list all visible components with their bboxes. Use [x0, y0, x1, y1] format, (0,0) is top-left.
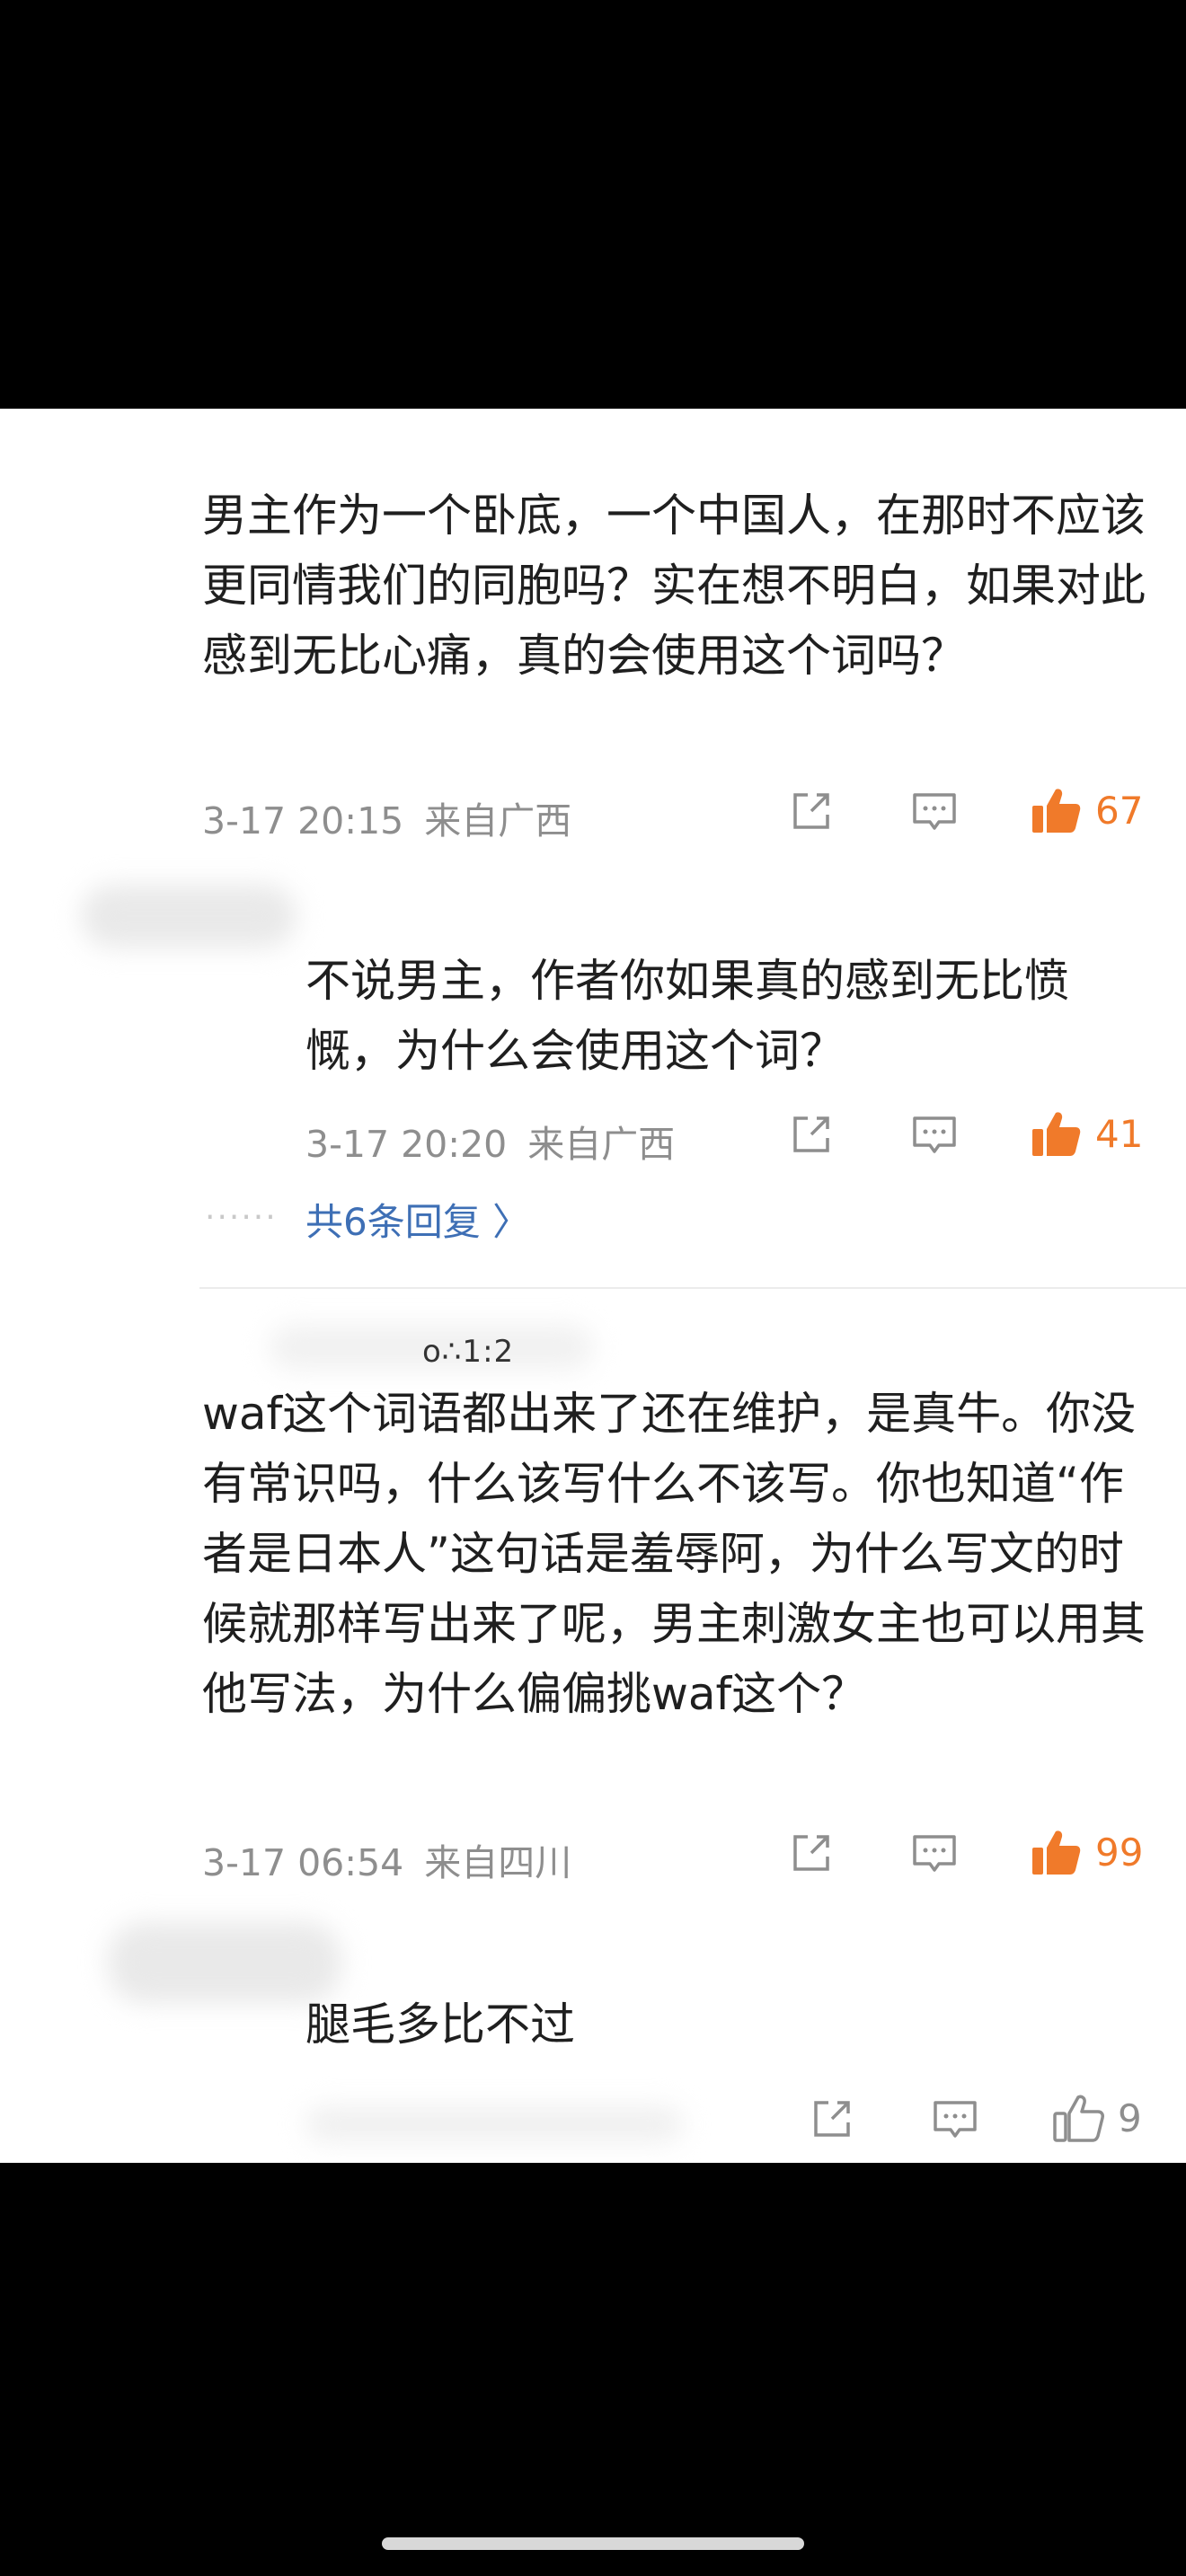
- reply-2-meta: [305, 2106, 683, 2142]
- more-replies-dots: ······: [205, 1199, 278, 1236]
- comment-icon: [913, 1835, 956, 1872]
- reply-1-like-count: 41: [1095, 1111, 1144, 1156]
- comment-1-like-button[interactable]: 67: [1029, 784, 1143, 836]
- reply-2-like-count: 9: [1118, 2095, 1142, 2140]
- comment-divider: [199, 1287, 1186, 1289]
- comment-1-share-button[interactable]: [788, 788, 835, 834]
- comment-1-time: 3-17 20:15: [202, 799, 404, 842]
- comment-1-location: 来自广西: [424, 799, 572, 842]
- like-icon: [1032, 1112, 1081, 1156]
- comment-1-meta: 3-17 20:15 来自广西: [202, 790, 571, 844]
- like-icon: [1032, 789, 1081, 833]
- comment-sheet: 男主作为一个卧底，一个中国人，在那时不应该更同情我们的同胞吗？实在想不明白，如果…: [0, 409, 1186, 2163]
- comment-2-time: 3-17 06:54: [202, 1841, 404, 1884]
- reply-2-share-button[interactable]: [809, 2095, 855, 2142]
- reply-1-location: 来自广西: [527, 1123, 676, 1166]
- comment-1-text: 男主作为一个卧底，一个中国人，在那时不应该更同情我们的同胞吗？实在想不明白，如果…: [202, 490, 1146, 682]
- comment-2-username[interactable]: o∴1:2: [422, 1334, 514, 1370]
- comment-2-location: 来自四川: [424, 1841, 572, 1884]
- comment-2-like-count: 99: [1095, 1830, 1144, 1875]
- share-icon: [814, 2101, 850, 2137]
- like-icon: [1032, 1831, 1081, 1875]
- like-icon: [1053, 2095, 1104, 2142]
- reply-1-like-button[interactable]: 41: [1029, 1107, 1143, 1160]
- comment-1-like-count: 67: [1095, 788, 1144, 833]
- reply-1-text: 不说男主，作者你如果真的感到无比愤慨，为什么会使用这个词？: [305, 955, 1069, 1077]
- reply-1-reply-button[interactable]: [910, 1111, 959, 1158]
- reply-1-time: 3-17 20:20: [305, 1123, 508, 1166]
- comment-1-reply-button[interactable]: [910, 788, 959, 834]
- share-icon: [793, 793, 829, 829]
- comment-icon: [913, 793, 956, 830]
- reply-2-reply-button[interactable]: [931, 2095, 979, 2142]
- reply-1-share-button[interactable]: [788, 1111, 835, 1158]
- comment-2-like-button[interactable]: 99: [1029, 1826, 1143, 1878]
- comment-2-reply-button[interactable]: [910, 1830, 959, 1876]
- comment-2-text: waf这个词语都出来了还在维护，是真牛。你没有常识吗，什么该写什么不该写。你也知…: [202, 1388, 1146, 1720]
- avatar: [81, 885, 296, 948]
- reply-1-meta: 3-17 20:20 来自广西: [305, 1114, 675, 1168]
- comment-icon: [934, 2101, 977, 2138]
- comment-2-share-button[interactable]: [788, 1830, 835, 1876]
- reply-2-text: 腿毛多比不过: [305, 1998, 575, 2051]
- reply-2-like-button[interactable]: 9: [1051, 2092, 1142, 2144]
- comment-2-meta: 3-17 06:54 来自四川: [202, 1832, 571, 1886]
- share-icon: [793, 1116, 829, 1152]
- more-replies-link[interactable]: 共6条回复 〉: [305, 1192, 530, 1247]
- comment-icon: [913, 1116, 956, 1153]
- share-icon: [793, 1835, 829, 1871]
- home-indicator[interactable]: [382, 2537, 804, 2550]
